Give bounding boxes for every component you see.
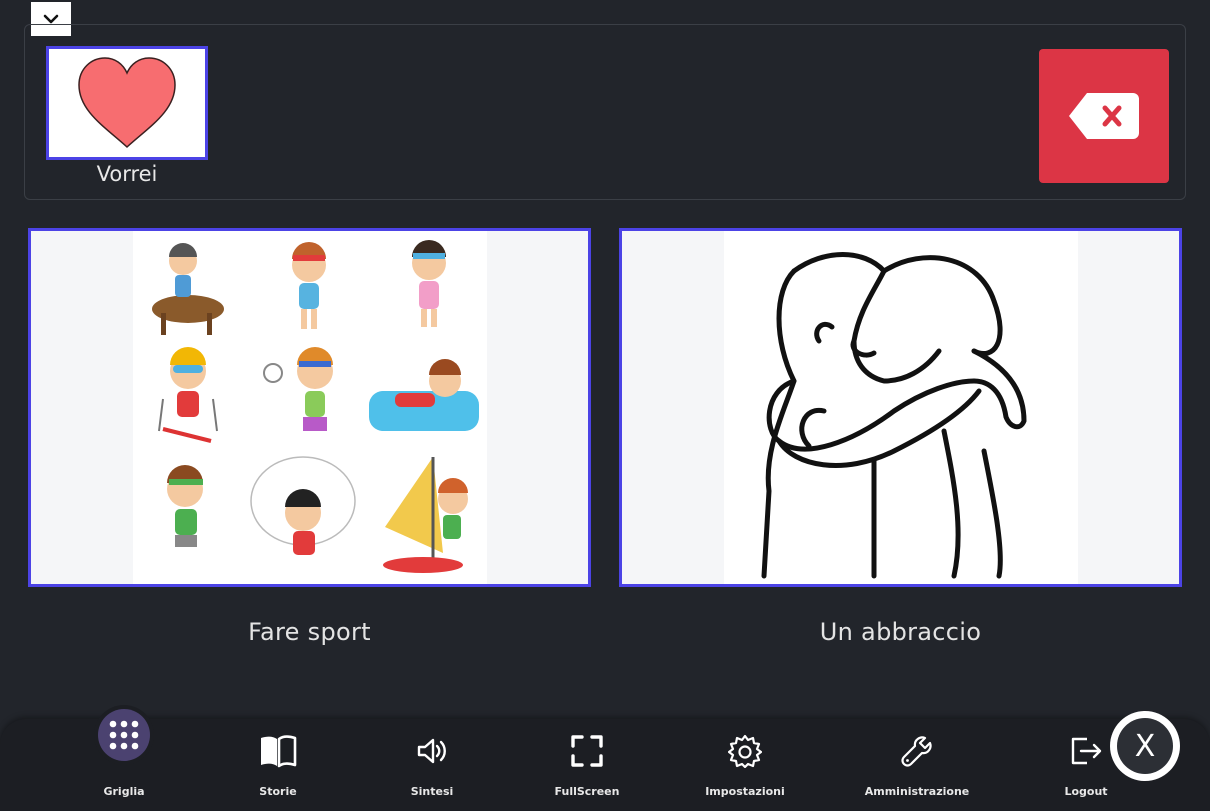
nav-item-sintesi[interactable]: Sintesi — [367, 719, 497, 811]
sentence-bar: Vorrei — [24, 24, 1186, 200]
speaker-icon — [417, 738, 446, 764]
book-icon — [261, 735, 297, 768]
heart-icon — [78, 57, 176, 149]
nav-item-label: Amministrazione — [864, 785, 970, 798]
grid-card-image-frame — [28, 228, 591, 587]
nav-item-impostazioni[interactable]: Impostazioni — [680, 719, 810, 811]
nav-active-indicator — [98, 709, 150, 761]
bottom-nav-bar: Griglia Storie Sintesi FullScreen Impost… — [0, 709, 1210, 811]
nav-item-griglia[interactable]: Griglia — [59, 709, 189, 811]
backspace-button[interactable] — [1039, 49, 1169, 183]
close-button-label: X — [1117, 718, 1173, 774]
close-button[interactable]: X — [1110, 711, 1180, 781]
fullscreen-icon — [571, 735, 603, 767]
chevron-down-icon — [43, 14, 59, 24]
nav-item-label: Storie — [259, 785, 297, 798]
nav-item-fullscreen[interactable]: FullScreen — [522, 719, 652, 811]
hug-image — [723, 231, 1078, 584]
wrench-icon — [901, 736, 932, 767]
grid-dots-icon — [109, 720, 139, 750]
grid-card-image-frame — [619, 228, 1182, 587]
nav-item-storie[interactable]: Storie — [213, 719, 343, 811]
logout-icon — [1071, 737, 1102, 765]
nav-item-label: Griglia — [103, 785, 145, 798]
app-root: Vorrei Fare sport Un abbraccio Griglia S… — [0, 0, 1210, 811]
backspace-icon — [1069, 93, 1139, 139]
nav-item-label: FullScreen — [554, 785, 620, 798]
sentence-item-thumbnail — [46, 46, 208, 160]
nav-item-label: Impostazioni — [705, 785, 785, 798]
nav-item-label: Sintesi — [410, 785, 454, 798]
sentence-item[interactable]: Vorrei — [46, 46, 208, 186]
sports-kids-image — [132, 231, 487, 584]
grid-card-label: Fare sport — [248, 618, 371, 646]
grid-card-un-abbraccio[interactable]: Un abbraccio — [619, 228, 1182, 646]
gear-icon — [728, 734, 762, 768]
sentence-item-label: Vorrei — [96, 162, 158, 186]
grid-card-label: Un abbraccio — [819, 618, 982, 646]
nav-item-label: Logout — [1064, 785, 1108, 798]
grid-card-fare-sport[interactable]: Fare sport — [28, 228, 591, 646]
nav-item-amministrazione[interactable]: Amministrazione — [852, 719, 982, 811]
